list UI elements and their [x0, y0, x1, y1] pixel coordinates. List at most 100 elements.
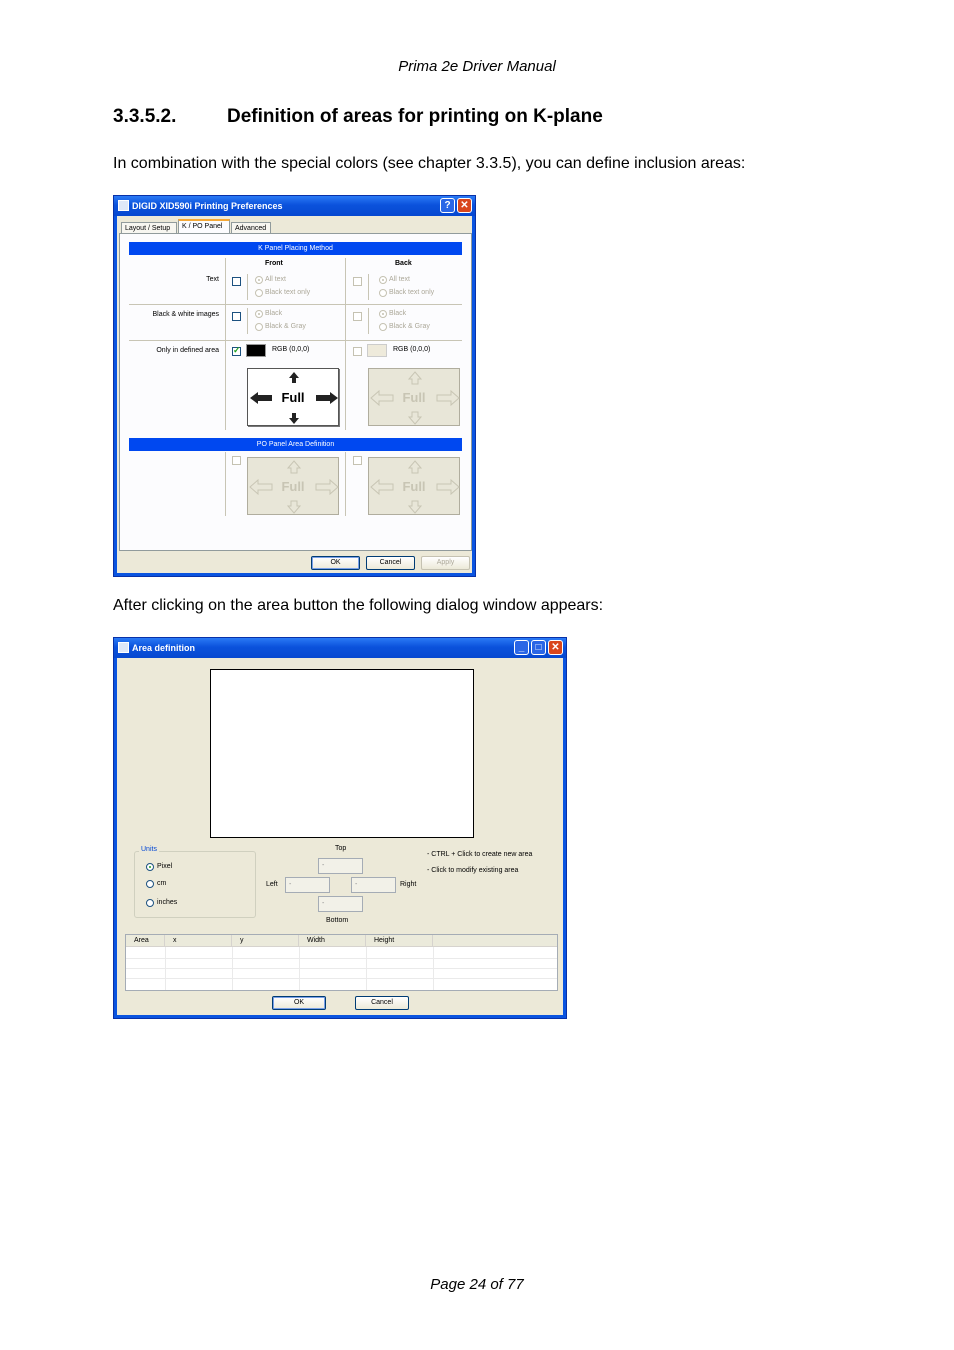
close-button[interactable]: ✕: [548, 640, 563, 655]
dialog-client: Units Pixel cm inches Top - Left - - Rig…: [117, 658, 563, 1015]
window-title: Area definition: [132, 643, 196, 653]
back-label: Back: [395, 260, 412, 267]
page-header: Prima 2e Driver Manual: [398, 58, 556, 75]
po-panel-header: PO Panel Area Definition: [129, 438, 462, 451]
window-icon: [118, 642, 129, 653]
front-all-text-label: All text: [265, 276, 287, 283]
table-header: Area x y Width Height: [126, 935, 557, 947]
back-color-swatch[interactable]: [367, 344, 387, 357]
unit-inches-label: inches: [157, 899, 178, 906]
front-black-radio[interactable]: [255, 310, 263, 318]
bottom-field[interactable]: -: [318, 896, 363, 912]
tab-panel: K Panel Placing Method Front Back Text A…: [119, 233, 472, 551]
back-black-label: Black: [389, 310, 407, 317]
divider: [225, 452, 226, 516]
cancel-button[interactable]: Cancel: [355, 996, 409, 1010]
section-title: Definition of areas for printing on K-pl…: [227, 106, 603, 127]
back-all-text-radio[interactable]: [379, 276, 387, 284]
ok-button[interactable]: OK: [311, 556, 360, 570]
left-field[interactable]: -: [285, 877, 330, 893]
area-canvas[interactable]: [210, 669, 474, 838]
top-field[interactable]: -: [318, 858, 363, 874]
front-text-checkbox[interactable]: [232, 277, 241, 286]
column-height[interactable]: Height: [366, 935, 433, 947]
front-black-text-radio[interactable]: [255, 289, 263, 297]
divider: [129, 304, 462, 305]
front-black-gray-radio[interactable]: [255, 323, 263, 331]
back-black-text-radio[interactable]: [379, 289, 387, 297]
table-row: [126, 978, 557, 979]
back-defined-area-checkbox[interactable]: [353, 347, 362, 356]
divider: [345, 452, 346, 516]
front-defined-area-checkbox[interactable]: [232, 345, 241, 356]
dialog-client: Layout / Setup K / PO Panel Advanced K P…: [117, 216, 472, 573]
front-all-text-radio[interactable]: [255, 276, 263, 284]
between-paragraph: After clicking on the area button the fo…: [113, 597, 604, 614]
divider: [368, 308, 369, 334]
back-full-area-button[interactable]: Full: [368, 368, 460, 426]
hint-modify: - Click to modify existing area: [427, 867, 519, 874]
printing-preferences-window: DIGID XID590i Printing Preferences ? ✕ L…: [113, 195, 476, 577]
hint-create: - CTRL + Click to create new area: [427, 851, 533, 858]
unit-cm-radio[interactable]: [146, 880, 154, 888]
table-row: [126, 968, 557, 969]
back-text-checkbox[interactable]: [353, 277, 362, 286]
back-black-gray-label: Black & Gray: [389, 323, 430, 330]
front-color-swatch[interactable]: [246, 344, 266, 357]
table-row: [126, 958, 557, 959]
intro-paragraph: In combination with the special colors (…: [113, 155, 746, 172]
titlebar[interactable]: DIGID XID590i Printing Preferences ? ✕: [114, 196, 475, 216]
divider: [247, 274, 248, 300]
unit-pixel-label: Pixel: [157, 863, 173, 870]
column-y[interactable]: y: [232, 935, 299, 947]
divider: [368, 274, 369, 300]
right-field[interactable]: -: [351, 877, 396, 893]
front-po-full-label: Full: [281, 479, 305, 494]
back-bw-checkbox[interactable]: [353, 312, 362, 321]
help-button[interactable]: ?: [440, 198, 455, 213]
back-black-gray-radio[interactable]: [379, 323, 387, 331]
titlebar[interactable]: Area definition _ □ ✕: [114, 638, 566, 658]
section-number: 3.3.5.2.: [113, 106, 177, 127]
front-rgb-label: RGB (0,0,0): [272, 346, 310, 353]
column-x[interactable]: x: [165, 935, 232, 947]
column-width[interactable]: Width: [299, 935, 366, 947]
front-black-text-label: Black text only: [265, 289, 311, 296]
right-label: Right: [400, 881, 417, 888]
back-po-full-button[interactable]: Full: [368, 457, 460, 515]
defined-area-row-label: Only in defined area: [156, 347, 219, 354]
unit-pixel-radio[interactable]: [146, 863, 154, 871]
apply-button[interactable]: Apply: [421, 556, 470, 570]
divider: [247, 308, 248, 334]
back-all-text-label: All text: [389, 276, 411, 283]
back-black-text-label: Black text only: [389, 289, 435, 296]
divider: [345, 258, 346, 430]
back-rgb-label: RGB (0,0,0): [393, 346, 431, 353]
minimize-button[interactable]: _: [514, 640, 529, 655]
area-definition-window: Area definition _ □ ✕ Units Pixel cm inc…: [113, 637, 567, 1019]
divider: [225, 258, 226, 430]
text-row-label: Text: [206, 276, 219, 283]
left-label: Left: [266, 881, 278, 888]
back-full-label: Full: [402, 390, 426, 405]
back-black-radio[interactable]: [379, 310, 387, 318]
page-footer: Page 24 of 77: [430, 1276, 524, 1293]
front-bw-checkbox[interactable]: [232, 312, 241, 321]
tab-k-po-panel[interactable]: K / PO Panel: [178, 219, 230, 233]
area-table[interactable]: Area x y Width Height: [125, 934, 558, 991]
printer-icon: [118, 200, 129, 211]
front-po-full-button[interactable]: Full: [247, 457, 339, 515]
k-panel-header: K Panel Placing Method: [129, 242, 462, 255]
close-button[interactable]: ✕: [457, 198, 472, 213]
ok-button[interactable]: OK: [272, 996, 326, 1010]
front-black-gray-label: Black & Gray: [265, 323, 306, 330]
units-label: Units: [139, 846, 159, 853]
back-po-checkbox[interactable]: [353, 456, 362, 465]
cancel-button[interactable]: Cancel: [366, 556, 415, 570]
column-area[interactable]: Area: [126, 935, 165, 947]
unit-inches-radio[interactable]: [146, 899, 154, 907]
maximize-button[interactable]: □: [531, 640, 546, 655]
front-black-label: Black: [265, 310, 283, 317]
front-po-checkbox[interactable]: [232, 456, 241, 465]
front-full-area-button[interactable]: Full: [247, 368, 339, 426]
